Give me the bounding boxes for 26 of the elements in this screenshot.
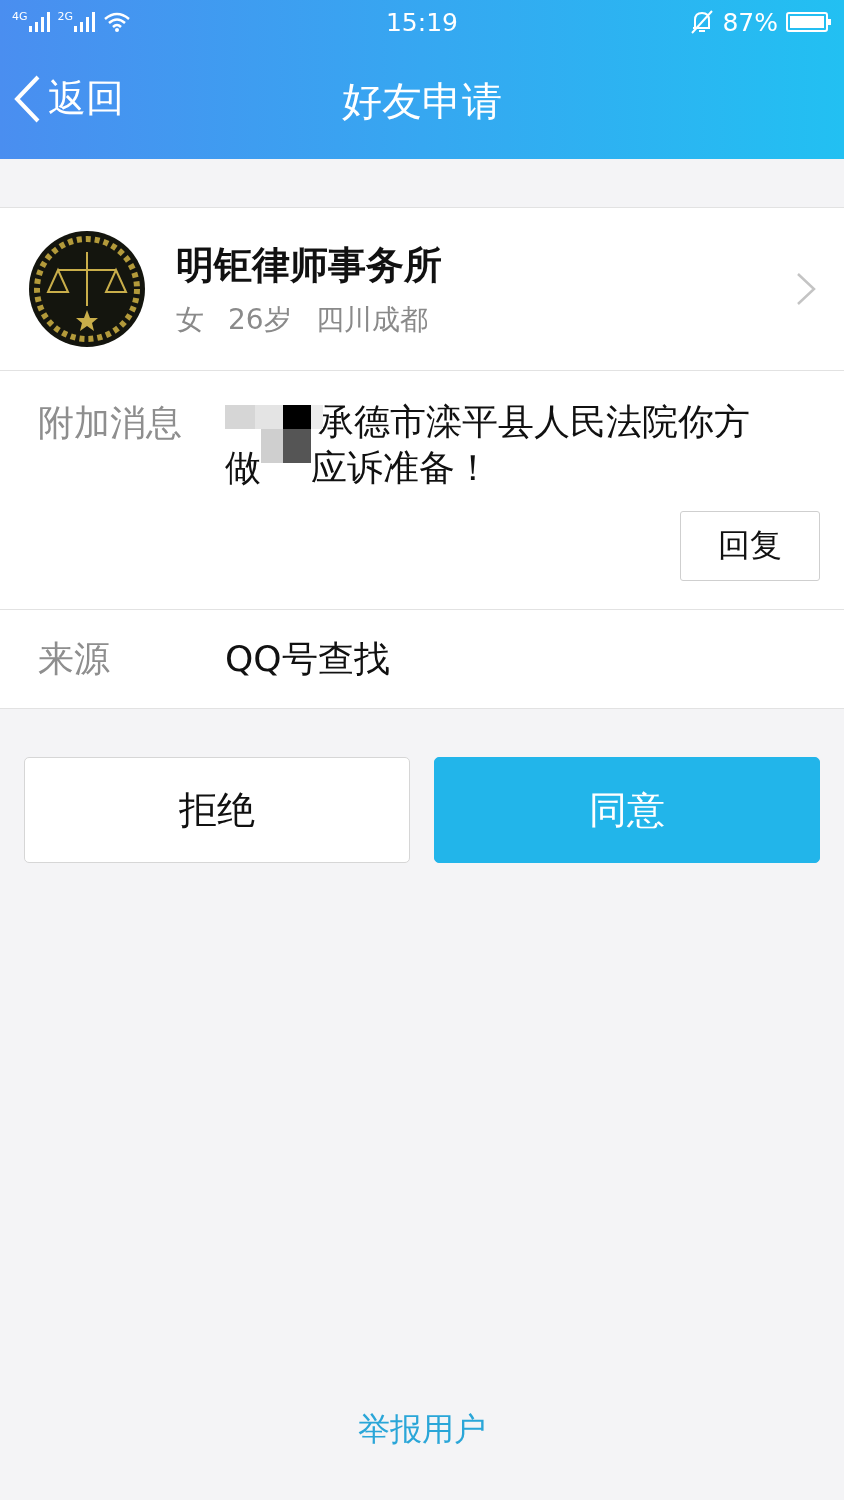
back-icon [12, 73, 42, 124]
age-text: 26岁 [228, 301, 292, 338]
field-label: 附加消息 [37, 401, 183, 445]
chevron-right-icon [796, 272, 816, 306]
source-value: QQ号查找 [225, 636, 390, 681]
message-text: 承德市滦平县人民法院你方 [318, 401, 750, 442]
signal-icon [27, 11, 50, 33]
page-title: 好友申请 [341, 77, 503, 126]
field-label: 来源 [37, 636, 111, 681]
bell-off-icon [690, 9, 715, 35]
scales-emblem-icon [28, 230, 146, 348]
network-label: 4G [12, 11, 28, 22]
message-text: 应诉准备！ [311, 447, 491, 488]
battery-percent: 87% [722, 7, 778, 37]
status-time: 15:19 [384, 7, 459, 37]
location-text: 四川成都 [315, 301, 428, 338]
message-text: 做 [225, 447, 261, 488]
reject-button[interactable]: 拒绝 [24, 757, 410, 863]
network-label: 2G [57, 11, 74, 22]
wifi-icon [103, 11, 132, 33]
contact-name: 明钜律师事务所 [176, 241, 443, 289]
battery-icon [786, 11, 832, 33]
reply-button[interactable]: 回复 [680, 511, 820, 581]
gender-text: 女 [176, 301, 204, 338]
signal-icon [73, 11, 96, 33]
profile-card[interactable]: 明钜律师事务所 女 26岁 四川成都 [0, 208, 844, 371]
